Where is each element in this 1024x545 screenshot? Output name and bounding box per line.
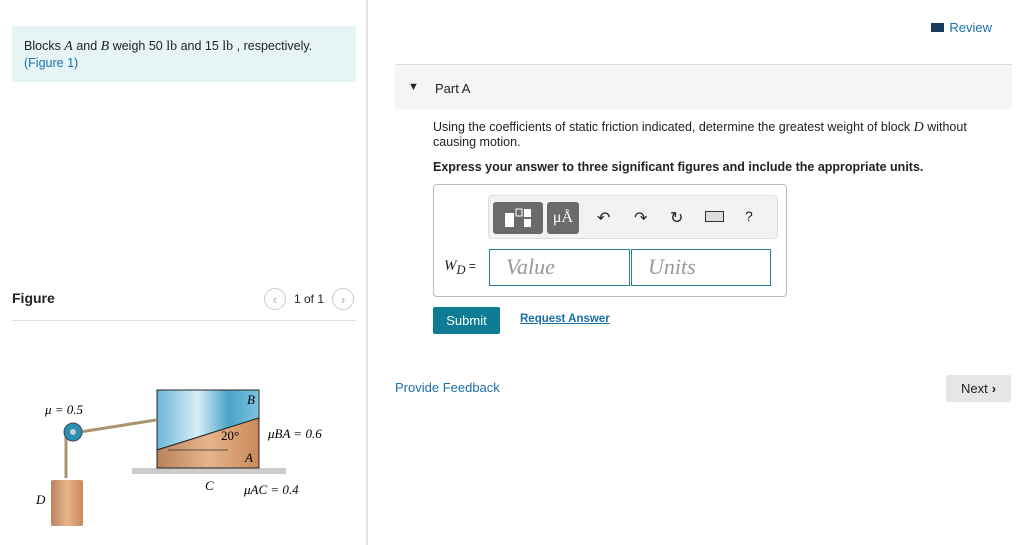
reset-icon[interactable]: ↻ [670, 208, 683, 228]
review-link[interactable]: Review [931, 20, 992, 35]
w: W [444, 258, 457, 274]
label-a: A [244, 450, 253, 465]
problem-statement: Blocks A and B weigh 50 lb and 15 lb , r… [12, 26, 356, 82]
left-panel: Blocks A and B weigh 50 lb and 15 lb , r… [0, 0, 368, 545]
instruction-text: Express your answer to three significant… [433, 160, 924, 174]
undo-icon[interactable]: ↶ [597, 208, 610, 228]
var-a: A [64, 39, 73, 54]
chevron-right-icon: › [991, 381, 997, 396]
value-input[interactable]: Value [489, 249, 630, 286]
figure-title: Figure [12, 290, 55, 306]
prev-figure-button[interactable]: ‹ [263, 288, 286, 310]
ground [132, 468, 286, 474]
unit: lb [222, 39, 234, 54]
label-c: C [205, 478, 214, 493]
next-figure-button[interactable]: › [332, 288, 354, 310]
units-icon[interactable]: μÅ [547, 202, 579, 234]
answer-label: WD = [444, 258, 476, 278]
question-text: Using the coefficients of static frictio… [433, 120, 993, 150]
figure-link[interactable]: (Figure 1) [24, 56, 78, 70]
label-angle: 20° [221, 428, 239, 443]
next-button[interactable]: Next › [946, 375, 1011, 402]
part-label: Part A [435, 81, 471, 96]
rope [79, 418, 157, 434]
var-d: D [913, 120, 924, 135]
text: , respectively. [233, 39, 313, 53]
label-mu-ba: μBA = 0.6 [267, 426, 322, 441]
figure-diagram: μ = 0.5 B A C D 20° μBA = 0.6 μAC = 0.4 [35, 389, 322, 526]
text: weigh 50 [109, 39, 167, 53]
next-label: Next [960, 381, 988, 396]
unit: lb [166, 39, 178, 54]
answer-box: μÅ ↶ ↷ ↻ ? WD = Value Units [433, 184, 787, 297]
math-toolbar: μÅ ↶ ↷ ↻ ? [488, 195, 778, 239]
label-mu-pulley: μ = 0.5 [44, 402, 84, 417]
figure-header: Figure ‹ 1 of 1 › [12, 288, 356, 321]
text: and [72, 39, 101, 53]
label-b: B [247, 392, 255, 407]
submit-button[interactable]: Submit [433, 307, 500, 334]
collapse-triangle-icon: ▼ [408, 81, 419, 93]
templates-icon[interactable] [493, 202, 543, 234]
figure-pager: ‹ 1 of 1 › [263, 288, 354, 310]
label-d: D [35, 492, 46, 507]
book-icon [931, 23, 945, 32]
text: and 15 [177, 39, 223, 53]
keyboard-icon[interactable] [705, 211, 724, 222]
var-b: B [100, 39, 110, 54]
request-answer-link[interactable]: Request Answer [520, 313, 610, 325]
provide-feedback-link[interactable]: Provide Feedback [395, 380, 500, 395]
redo-icon[interactable]: ↷ [634, 208, 647, 228]
pager-text: 1 of 1 [293, 292, 324, 306]
text: Blocks [24, 39, 65, 53]
help-icon[interactable]: ? [745, 208, 753, 224]
equals: = [465, 259, 476, 273]
review-label: Review [949, 20, 992, 35]
units-input[interactable]: Units [631, 249, 771, 286]
w-sub: D [456, 263, 466, 277]
label-mu-ac: μAC = 0.4 [243, 482, 299, 497]
part-a-header[interactable]: ▼ Part A [395, 64, 1012, 109]
block-d [51, 480, 83, 526]
text: Using the coefficients of static frictio… [433, 120, 914, 134]
